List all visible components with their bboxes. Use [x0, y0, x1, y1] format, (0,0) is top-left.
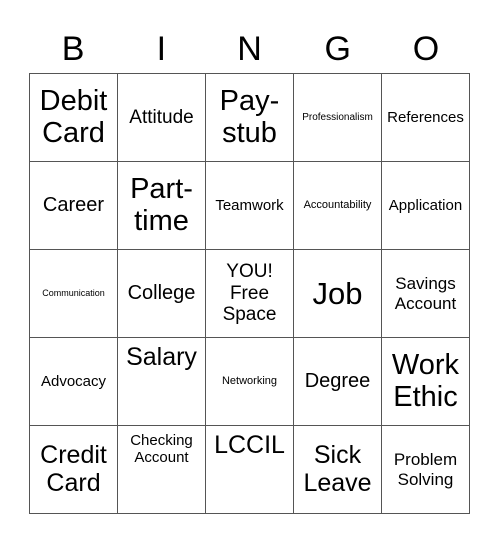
- bingo-cell[interactable]: Work Ethic: [382, 338, 470, 426]
- bingo-cell[interactable]: Sick Leave: [294, 426, 382, 514]
- bingo-cell[interactable]: Communication: [30, 250, 118, 338]
- bingo-cell[interactable]: Professionalism: [294, 74, 382, 162]
- bingo-cell[interactable]: College: [118, 250, 206, 338]
- bingo-cell[interactable]: Networking: [206, 338, 294, 426]
- bingo-cell[interactable]: Career: [30, 162, 118, 250]
- header-letter-b: B: [61, 30, 85, 68]
- bingo-cell[interactable]: Application: [382, 162, 470, 250]
- header-letter-g: G: [324, 30, 351, 68]
- bingo-cell[interactable]: Credit Card: [30, 426, 118, 514]
- bingo-cell[interactable]: Degree: [294, 338, 382, 426]
- bingo-cell[interactable]: Savings Account: [382, 250, 470, 338]
- bingo-cell[interactable]: Advocacy: [30, 338, 118, 426]
- bingo-grid: Debit Card Attitude Pay-stub Professiona…: [29, 73, 470, 514]
- header-letter-i: I: [156, 30, 167, 68]
- bingo-cell[interactable]: Accountability: [294, 162, 382, 250]
- bingo-cell[interactable]: Teamwork: [206, 162, 294, 250]
- bingo-cell[interactable]: Pay-stub: [206, 74, 294, 162]
- bingo-cell[interactable]: Debit Card: [30, 74, 118, 162]
- bingo-cell[interactable]: Checking Account: [118, 426, 206, 514]
- header-letter-o: O: [412, 30, 440, 68]
- bingo-cell[interactable]: References: [382, 74, 470, 162]
- bingo-cell[interactable]: LCCIL: [206, 426, 294, 514]
- bingo-cell[interactable]: Attitude: [118, 74, 206, 162]
- header-letter-n: N: [237, 30, 262, 68]
- bingo-cell[interactable]: Salary: [118, 338, 206, 426]
- bingo-cell[interactable]: Problem Solving: [382, 426, 470, 514]
- bingo-cell[interactable]: Job: [294, 250, 382, 338]
- free-space-cell[interactable]: YOU! Free Space: [206, 250, 294, 338]
- bingo-cell[interactable]: Part-time: [118, 162, 206, 250]
- bingo-header: B I N G O: [29, 26, 470, 72]
